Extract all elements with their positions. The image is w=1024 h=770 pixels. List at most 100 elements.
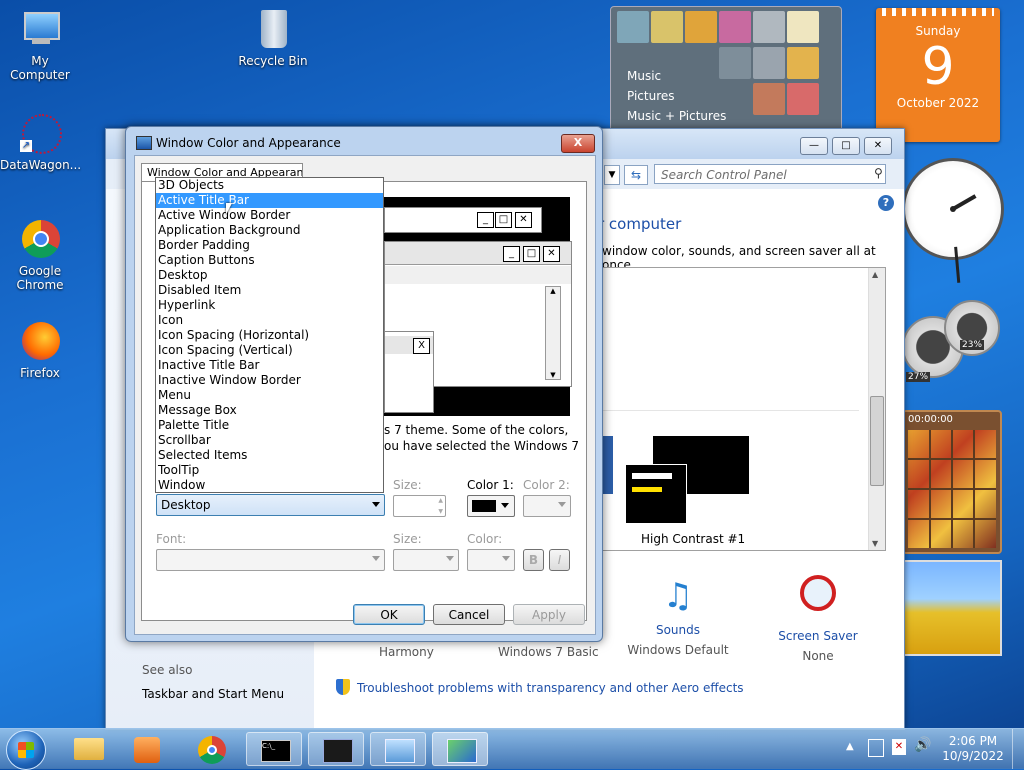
picture-puzzle-gadget[interactable]: 00:00:00 bbox=[902, 410, 1002, 554]
desktop-icon-datawagon[interactable]: ↗ DataWagon... bbox=[0, 112, 81, 172]
dropdown-item[interactable]: Inactive Window Border bbox=[156, 373, 383, 388]
dropdown-item[interactable]: Caption Buttons bbox=[156, 253, 383, 268]
themes-list[interactable]: ▲ ▼ High Contrast #1 bbox=[600, 267, 886, 551]
show-hidden-icons-icon[interactable]: ▲ bbox=[846, 741, 854, 752]
dropdown-item[interactable]: Icon Spacing (Horizontal) bbox=[156, 328, 383, 343]
media-item-music-pictures[interactable]: Music + Pictures bbox=[627, 109, 726, 123]
screen-saver-subtitle: None bbox=[802, 649, 834, 663]
dialog-close-button[interactable]: X bbox=[561, 134, 595, 153]
preview-maximize-icon-2: □ bbox=[523, 246, 540, 262]
taskbar-cmd[interactable]: C:\_ bbox=[246, 732, 302, 766]
vertical-scrollbar[interactable]: ▲ ▼ bbox=[868, 268, 885, 550]
desktop-icon-recycle-bin[interactable]: Recycle Bin bbox=[233, 8, 313, 68]
search-input[interactable]: Search Control Panel bbox=[654, 164, 886, 184]
control-panel-icon bbox=[385, 739, 415, 763]
dropdown-item[interactable]: Icon bbox=[156, 313, 383, 328]
cpu-percent: 27% bbox=[906, 372, 931, 382]
system-clock[interactable]: 2:06 PM 10/9/2022 bbox=[940, 734, 1006, 764]
windows-logo-icon bbox=[18, 742, 34, 758]
mouse-cursor-icon bbox=[226, 203, 232, 215]
close-button[interactable]: ✕ bbox=[864, 137, 892, 155]
taskbar-start-menu-link[interactable]: Taskbar and Start Menu bbox=[142, 687, 284, 701]
dropdown-item[interactable]: Active Title Bar bbox=[156, 193, 383, 208]
taskbar-explorer[interactable] bbox=[62, 732, 118, 766]
theme-name: High Contrast #1 bbox=[641, 532, 746, 546]
desktop-icon-chrome[interactable]: Google Chrome bbox=[0, 218, 80, 292]
sounds-icon: ♫ bbox=[662, 576, 694, 616]
ok-button[interactable]: OK bbox=[353, 604, 425, 625]
action-center-icon[interactable]: ✕ bbox=[892, 739, 906, 755]
dropdown-item[interactable]: ToolTip bbox=[156, 463, 383, 478]
item-select[interactable]: Desktop bbox=[156, 494, 385, 516]
font-color-picker bbox=[467, 549, 515, 571]
dropdown-item[interactable]: Icon Spacing (Vertical) bbox=[156, 343, 383, 358]
dropdown-item[interactable]: Hyperlink bbox=[156, 298, 383, 313]
clock-face-icon bbox=[905, 161, 1001, 283]
dropdown-item[interactable]: Disabled Item bbox=[156, 283, 383, 298]
calendar-day: 9 bbox=[921, 37, 955, 97]
dropdown-item[interactable]: Desktop bbox=[156, 268, 383, 283]
desktop-icon-my-computer[interactable]: My Computer bbox=[0, 8, 80, 82]
calendar-gadget[interactable]: Sunday 9 October 2022 bbox=[876, 8, 1000, 142]
chrome-icon bbox=[18, 218, 62, 262]
shield-icon bbox=[336, 679, 350, 695]
minimize-button[interactable]: — bbox=[800, 137, 828, 155]
dropdown-arrow-icon[interactable]: ▼ bbox=[604, 165, 620, 185]
page-heading: r computer bbox=[598, 215, 682, 233]
clock-time: 2:06 PM bbox=[948, 734, 998, 748]
help-icon[interactable]: ? bbox=[878, 195, 894, 211]
cancel-button[interactable]: Cancel bbox=[433, 604, 505, 625]
dropdown-item[interactable]: Message Box bbox=[156, 403, 383, 418]
troubleshoot-link[interactable]: Troubleshoot problems with transparency … bbox=[357, 681, 744, 695]
color-swatch bbox=[472, 500, 496, 512]
dropdown-item[interactable]: Active Window Border bbox=[156, 208, 383, 223]
show-desktop-button[interactable] bbox=[1012, 729, 1024, 769]
taskbar-control-panel[interactable] bbox=[370, 732, 426, 766]
dropdown-item[interactable]: Scrollbar bbox=[156, 433, 383, 448]
font-color-label: Color: bbox=[467, 532, 503, 546]
dropdown-item[interactable]: Application Background bbox=[156, 223, 383, 238]
datawagon-icon: ↗ bbox=[18, 112, 62, 156]
network-icon[interactable] bbox=[868, 739, 884, 757]
item-color2-picker bbox=[523, 495, 571, 517]
item-size-spinner: ▲ ▼ bbox=[393, 495, 446, 517]
media-item-music[interactable]: Music bbox=[627, 69, 661, 83]
media-center-gadget[interactable]: Music Pictures Music + Pictures bbox=[610, 6, 842, 132]
media-item-pictures[interactable]: Pictures bbox=[627, 89, 675, 103]
calendar-month-year: October 2022 bbox=[896, 96, 980, 110]
screen-saver-item[interactable]: Screen Saver None bbox=[770, 569, 866, 663]
preview-maximize-icon: □ bbox=[495, 212, 512, 228]
taskbar-window-color[interactable] bbox=[432, 732, 488, 766]
preview-area: _ □ ✕ _ □ ✕ ▲ ▼ X bbox=[384, 197, 572, 416]
dropdown-item[interactable]: Selected Items bbox=[156, 448, 383, 463]
search-icon[interactable]: ⚲ bbox=[874, 166, 883, 180]
media-player-icon bbox=[134, 737, 160, 763]
chevron-down-icon bbox=[446, 556, 454, 561]
desktop-icon-label: My Computer bbox=[10, 54, 70, 82]
calendar-weekday: Sunday bbox=[915, 24, 961, 38]
item-color1-picker[interactable] bbox=[467, 495, 515, 517]
maximize-button[interactable]: □ bbox=[832, 137, 860, 155]
taskbar-media-player[interactable] bbox=[120, 732, 176, 766]
taskbar-chrome[interactable] bbox=[184, 732, 240, 766]
desktop-icon-label: Firefox bbox=[20, 366, 60, 380]
slideshow-gadget[interactable] bbox=[902, 560, 1002, 656]
item-dropdown-list[interactable]: 3D Objects Active Title Bar Active Window … bbox=[155, 177, 384, 493]
taskbar-task-manager[interactable] bbox=[308, 732, 364, 766]
desktop-icon-firefox[interactable]: Firefox bbox=[0, 320, 80, 380]
computer-icon bbox=[18, 8, 62, 52]
sounds-item[interactable]: ♫ Sounds Windows Default bbox=[626, 569, 730, 657]
cmd-icon: C:\_ bbox=[261, 740, 291, 762]
dropdown-item[interactable]: Menu bbox=[156, 388, 383, 403]
dropdown-item[interactable]: Inactive Title Bar bbox=[156, 358, 383, 373]
cpu-meter-gadget[interactable]: 27% 23% bbox=[902, 300, 1000, 392]
dropdown-item[interactable]: Border Padding bbox=[156, 238, 383, 253]
volume-icon[interactable]: 🔊 bbox=[914, 737, 931, 753]
dropdown-item[interactable]: Palette Title bbox=[156, 418, 383, 433]
desktop-icon-label: Recycle Bin bbox=[238, 54, 308, 68]
start-button[interactable] bbox=[6, 730, 46, 770]
dropdown-item[interactable]: Window bbox=[156, 478, 383, 493]
refresh-icon[interactable]: ⇆ bbox=[624, 165, 648, 185]
clock-gadget[interactable] bbox=[902, 158, 1004, 283]
dropdown-item[interactable]: 3D Objects bbox=[156, 178, 383, 193]
